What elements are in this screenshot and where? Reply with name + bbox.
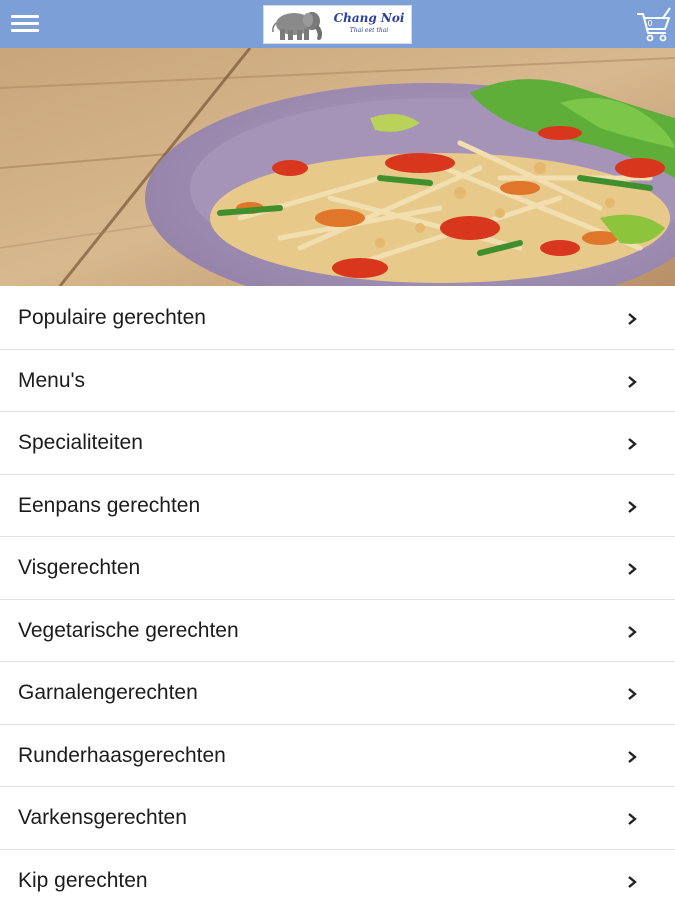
category-label: Visgerechten	[18, 556, 141, 579]
category-item[interactable]: Visgerechten	[0, 537, 675, 600]
category-item[interactable]: Populaire gerechten	[0, 287, 675, 350]
hamburger-menu-icon[interactable]	[8, 9, 44, 39]
category-item[interactable]: Kip gerechten	[0, 849, 675, 900]
chevron-right-icon	[628, 500, 637, 513]
papaya-salad-photo	[0, 48, 675, 286]
category-label: Specialiteiten	[18, 431, 143, 454]
chevron-right-icon	[628, 625, 637, 638]
category-label: Vegetarische gerechten	[18, 618, 239, 642]
category-list: Populaire gerechten Menu's Specialiteite…	[0, 287, 675, 900]
category-item[interactable]: Specialiteiten	[0, 412, 675, 475]
logo-subtitle: Thai eet thai	[349, 27, 389, 34]
hero-food-image	[0, 48, 675, 286]
elephant-icon	[272, 12, 322, 40]
category-label: Varkensgerechten	[18, 806, 187, 829]
restaurant-logo[interactable]: Chang Noi Thai eet thai	[263, 5, 412, 44]
chevron-right-icon	[628, 563, 637, 575]
chevron-right-icon	[628, 875, 637, 888]
category-label: Runderhaasgerechten	[18, 743, 226, 767]
shopping-cart-button[interactable]: 0	[633, 6, 673, 44]
app-header: Chang Noi Thai eet thai 0	[0, 0, 675, 48]
category-item[interactable]: Eenpans gerechten	[0, 474, 675, 537]
chevron-right-icon	[628, 750, 637, 763]
category-item[interactable]: Runderhaasgerechten	[0, 724, 675, 787]
category-item[interactable]: Menu's	[0, 349, 675, 412]
category-item[interactable]: Varkensgerechten	[0, 787, 675, 850]
category-label: Menu's	[18, 368, 86, 392]
chevron-right-icon	[628, 688, 637, 700]
category-label: Eenpans gerechten	[18, 493, 201, 517]
category-label: Populaire gerechten	[18, 306, 206, 329]
cart-count-badge: 0	[647, 19, 653, 28]
chevron-right-icon	[628, 438, 637, 450]
logo-title: Chang Noi	[333, 11, 405, 25]
category-item[interactable]: Garnalengerechten	[0, 662, 675, 725]
category-label: Garnalengerechten	[18, 681, 198, 704]
category-item[interactable]: Vegetarische gerechten	[0, 599, 675, 662]
chevron-right-icon	[628, 313, 637, 325]
chevron-right-icon	[628, 813, 637, 825]
chevron-right-icon	[628, 375, 637, 388]
category-label: Kip gerechten	[18, 868, 148, 892]
